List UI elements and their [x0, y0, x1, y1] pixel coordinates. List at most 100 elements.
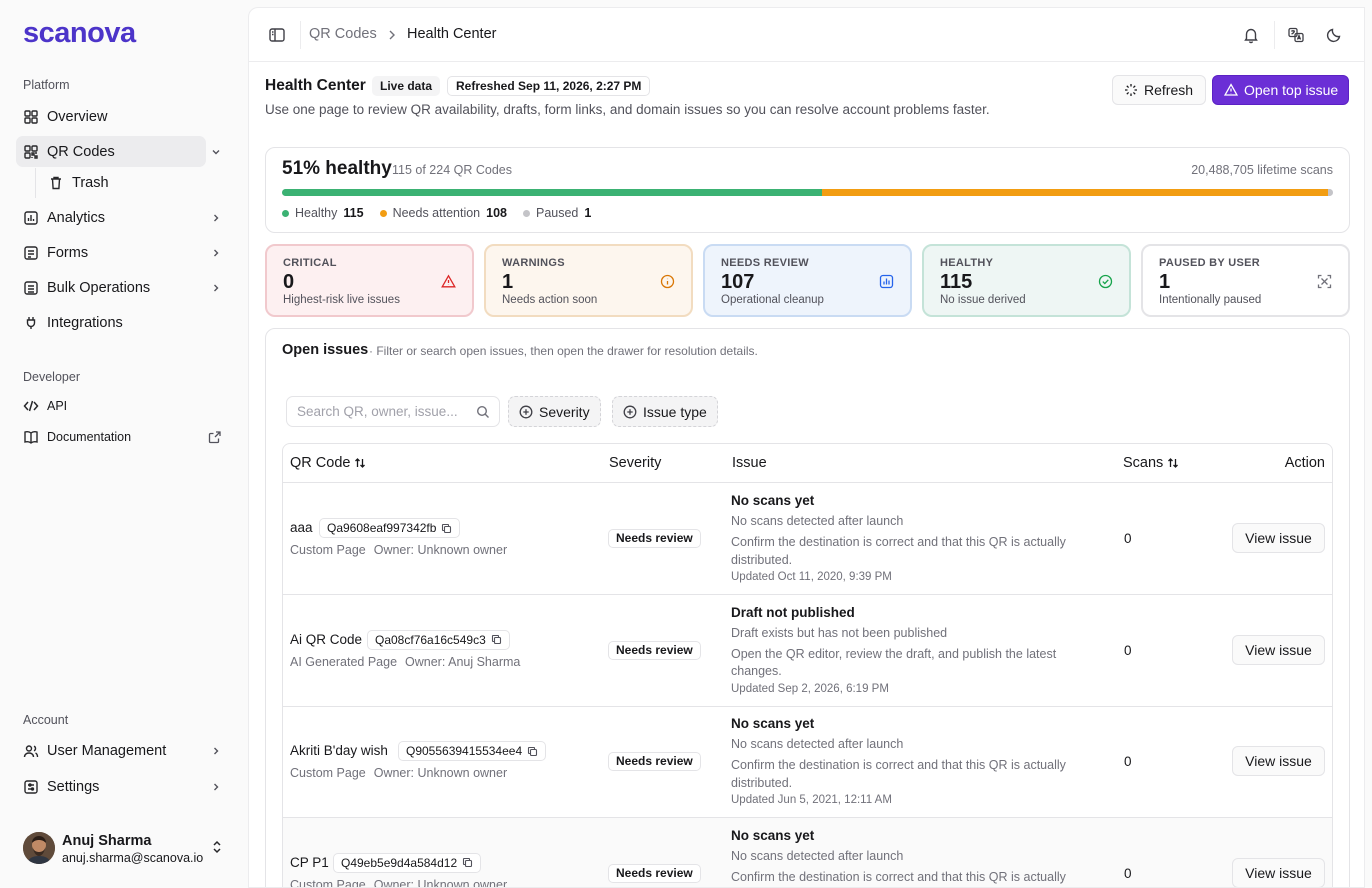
sidebar-item-settings[interactable]: Settings	[16, 771, 230, 802]
view-issue-button[interactable]: View issue	[1232, 523, 1325, 553]
qr-type: Custom Page	[290, 543, 366, 557]
column-header-action: Action	[1285, 444, 1325, 482]
table-row[interactable]: CP P1 Q49eb5e9d4a584d12 Custom Page Owner: …	[283, 817, 1332, 888]
sidebar-item-overview[interactable]: Overview	[16, 101, 230, 132]
qr-type: Custom Page	[290, 766, 366, 780]
chevron-down-icon[interactable]	[210, 146, 222, 158]
sidebar-item-trash[interactable]: Trash	[41, 167, 206, 198]
chevron-right-icon[interactable]	[210, 781, 222, 793]
qr-name[interactable]: Ai QR Code	[290, 632, 362, 647]
view-issue-button[interactable]: View issue	[1232, 634, 1325, 665]
column-label: Action	[1284, 455, 1325, 471]
qr-owner: Owner: Anuj Sharma	[405, 654, 521, 669]
stat-card-healthy[interactable]: HEALTHY 115 No issue derived	[922, 244, 1131, 317]
stat-value: 1	[1159, 271, 1171, 293]
chevrons-up-down-icon[interactable]	[210, 840, 224, 854]
divider	[1274, 21, 1275, 49]
user-menu[interactable]: Anuj Sharma anuj.sharma@scanova.io	[23, 831, 228, 867]
stat-card-critical[interactable]: CRITICAL 0 Highest-risk live issues	[265, 244, 474, 317]
sidebar-item-label: QR Codes	[47, 143, 115, 160]
issue-resolution: Open the QR editor, review the draft, an…	[731, 646, 1057, 679]
sidebar-item-qr-codes[interactable]: QR Codes	[16, 136, 220, 167]
chevron-right-icon[interactable]	[210, 212, 222, 224]
copy-icon[interactable]	[491, 634, 502, 645]
issue-detail: Draft exists but has not been published	[731, 625, 948, 640]
issue-detail: No scans detected after launch	[731, 514, 904, 528]
chevron-right-icon[interactable]	[210, 282, 222, 294]
legend-count: 115	[343, 206, 364, 220]
chevron-right-icon[interactable]	[210, 745, 222, 757]
issue-type-filter-button[interactable]: Issue type	[612, 396, 718, 427]
stat-card-needs-review[interactable]: NEEDS REVIEW 107 Operational cleanup	[703, 244, 912, 317]
refresh-label: Refresh	[1144, 82, 1194, 98]
sidebar-item-bulk-operations[interactable]: Bulk Operations	[16, 272, 230, 303]
scan-count: 0	[1124, 642, 1132, 658]
table-row[interactable]: Akriti B'day wish Q9055639415534ee4 Custom…	[283, 706, 1332, 818]
moon-icon[interactable]	[1325, 26, 1343, 44]
chevron-right-icon[interactable]	[210, 247, 222, 259]
view-issue-button[interactable]: View issue	[1232, 746, 1325, 776]
health-percent: 51% healthy	[282, 158, 392, 179]
severity-filter-button[interactable]: Severity	[508, 396, 601, 427]
external-link-icon[interactable]	[208, 430, 222, 444]
qr-id-chip[interactable]: Q49eb5e9d4a584d12	[333, 852, 482, 873]
qr-name[interactable]: aaa	[290, 520, 313, 535]
sidebar-item-label: Documentation	[47, 430, 132, 444]
copy-icon[interactable]	[527, 746, 538, 757]
severity-badge: Needs review	[608, 863, 701, 883]
bell-icon[interactable]	[1242, 26, 1260, 44]
qr-id-chip[interactable]: Q9055639415534ee4	[398, 741, 547, 761]
scanova-logo[interactable]: scanova	[23, 17, 136, 50]
qr-id-chip[interactable]: Qa08cf76a16c549c3	[367, 629, 510, 650]
copy-icon[interactable]	[441, 523, 452, 534]
table-row[interactable]: Ai QR Code Qa08cf76a16c549c3 AI Generated …	[283, 595, 1332, 707]
open-issues-subtitle: · Filter or search open issues, then ope…	[369, 344, 758, 358]
sidebar-item-integrations[interactable]: Integrations	[16, 307, 230, 338]
sidebar-item-documentation[interactable]: Documentation	[16, 424, 230, 450]
copy-icon[interactable]	[462, 857, 473, 868]
stat-card-paused-by-user[interactable]: PAUSED BY USER 1 Intentionally paused	[1141, 244, 1350, 317]
alert-triangle-icon	[441, 274, 456, 288]
page-description: Use one page to review QR availability, …	[265, 102, 990, 117]
qr-meta: Custom Page Owner: Unknown owner	[290, 878, 507, 888]
sidebar-item-analytics[interactable]: Analytics	[16, 202, 230, 233]
trash-icon	[51, 176, 61, 189]
lifetime-scans: 20,488,705 lifetime scans	[1191, 163, 1333, 177]
issues-table: QR Code Severity Issue Scans Action aaa Q…	[282, 443, 1333, 888]
column-label: Severity	[609, 455, 662, 471]
qr-type: AI Generated Page	[290, 654, 398, 669]
search-box	[286, 396, 500, 427]
breadcrumb-qr-codes[interactable]: QR Codes	[309, 26, 377, 42]
account-section-label: Account	[23, 713, 69, 727]
scan-count: 0	[1124, 531, 1132, 546]
legend-label: Healthy	[295, 206, 338, 220]
sidebar-item-api[interactable]: API	[16, 393, 230, 419]
column-header-issue: Issue	[732, 444, 767, 482]
legend-dot	[282, 209, 289, 217]
search-input[interactable]	[287, 397, 471, 426]
column-header-scans[interactable]: Scans	[1123, 444, 1179, 482]
sidebar-toggle-icon[interactable]	[268, 26, 286, 44]
column-header-qr-code[interactable]: QR Code	[290, 444, 366, 482]
form-icon	[24, 245, 38, 260]
stat-subtitle: Highest-risk live issues	[283, 294, 400, 306]
qr-code-icon	[24, 144, 38, 159]
page-title: Health Center	[265, 77, 366, 94]
table-row[interactable]: aaa Qa9608eaf997342fb Custom Page Owner: Un…	[283, 483, 1332, 595]
open-top-issue-button[interactable]: Open top issue	[1212, 75, 1350, 105]
translate-icon[interactable]	[1287, 26, 1305, 44]
sidebar-item-user-management[interactable]: User Management	[16, 735, 230, 766]
qr-name[interactable]: CP P1	[290, 855, 329, 870]
sidebar-item-forms[interactable]: Forms	[16, 237, 230, 268]
qr-id-chip[interactable]: Qa9608eaf997342fb	[319, 518, 461, 538]
issue-updated: Updated Sep 2, 2026, 6:19 PM	[731, 682, 889, 695]
issue-resolution: Confirm the destination is correct and t…	[731, 535, 1066, 567]
qr-meta: AI Generated Page Owner: Anuj Sharma	[290, 655, 520, 669]
column-label: Scans	[1123, 455, 1164, 471]
qr-meta: Custom Page Owner: Unknown owner	[290, 543, 507, 557]
refresh-button[interactable]: Refresh	[1112, 75, 1207, 105]
stat-card-warnings[interactable]: WARNINGS 1 Needs action soon	[484, 244, 693, 317]
qr-name[interactable]: Akriti B'day wish	[290, 743, 388, 758]
qr-meta: Custom Page Owner: Unknown owner	[290, 766, 507, 780]
view-issue-button[interactable]: View issue	[1232, 857, 1325, 887]
